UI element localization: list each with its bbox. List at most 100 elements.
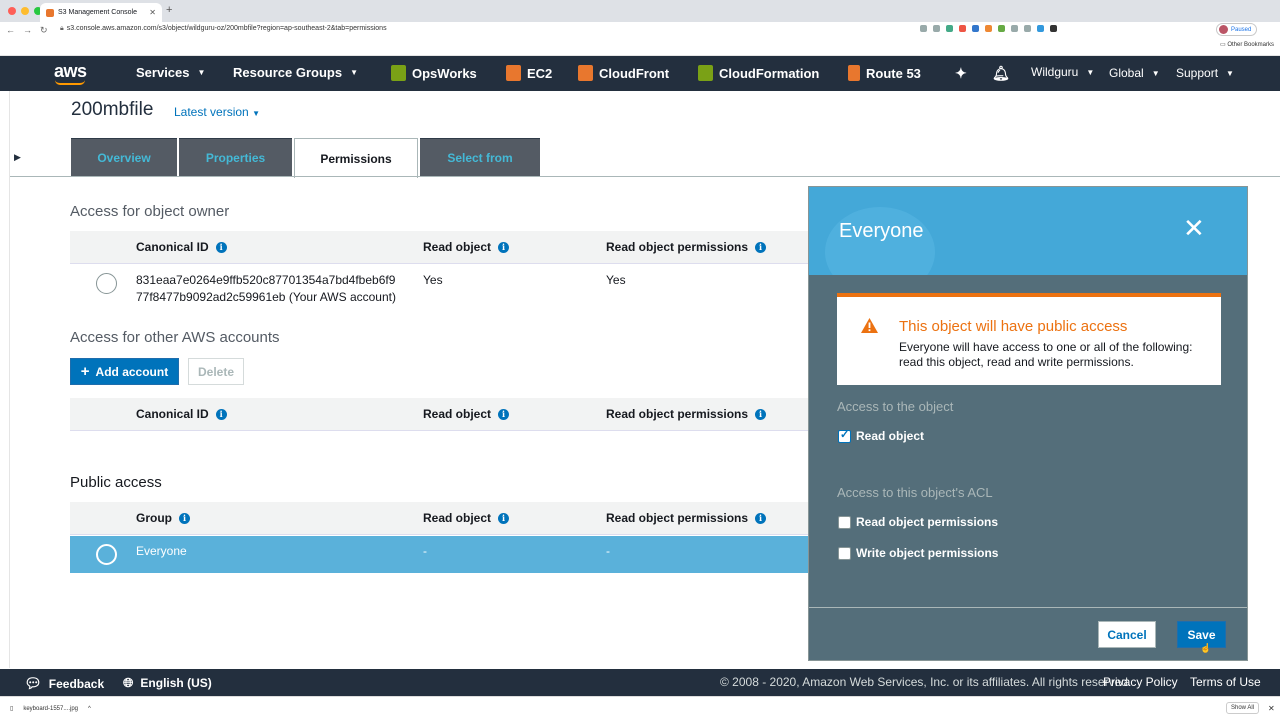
object-tabs: Overview Properties Permissions Select f… bbox=[71, 138, 540, 178]
resource-groups-menu[interactable]: Resource Groups ▼ bbox=[233, 65, 358, 80]
back-icon[interactable]: ← bbox=[6, 25, 15, 36]
col-label: Canonical ID bbox=[136, 240, 209, 254]
write-perms-checkbox[interactable] bbox=[838, 547, 851, 560]
info-icon[interactable]: i bbox=[215, 241, 227, 253]
col-label: Read object bbox=[423, 407, 492, 421]
url-text: s3.console.aws.amazon.com/s3/object/wild… bbox=[66, 25, 387, 32]
close-icon[interactable]: ✕ bbox=[1268, 704, 1275, 713]
download-filename: keyboard-1557....jpg bbox=[23, 705, 79, 712]
cancel-button[interactable]: Cancel bbox=[1098, 621, 1156, 648]
extension-icon[interactable] bbox=[959, 25, 966, 32]
tabs-divider bbox=[10, 176, 1280, 177]
shortcut-cloudformation[interactable]: CloudFormation bbox=[698, 65, 819, 81]
extension-icon[interactable] bbox=[985, 25, 992, 32]
everyone-row-radio[interactable] bbox=[96, 544, 117, 565]
public-access-title: Public access bbox=[70, 474, 162, 491]
download-item[interactable]: ▯ keyboard-1557....jpg ^ bbox=[10, 705, 91, 713]
tab-overview[interactable]: Overview bbox=[71, 138, 177, 176]
tab-select-from[interactable]: Select from bbox=[420, 138, 540, 176]
tab-properties[interactable]: Properties bbox=[179, 138, 292, 176]
reload-icon[interactable]: ↻ bbox=[40, 25, 48, 36]
col-group: Group i bbox=[136, 511, 190, 525]
pin-icon[interactable]: ✦ bbox=[955, 65, 967, 82]
privacy-policy-link[interactable]: Privacy Policy bbox=[1103, 675, 1178, 689]
extension-icon[interactable] bbox=[1037, 25, 1044, 32]
version-dropdown[interactable]: Latest version ▼ bbox=[174, 105, 260, 119]
owner-table-header: Canonical ID i Read object i Read object p… bbox=[70, 231, 810, 264]
owner-row-radio[interactable] bbox=[96, 273, 117, 294]
minimize-window-icon[interactable] bbox=[21, 7, 29, 15]
extension-icon[interactable] bbox=[946, 25, 953, 32]
other-accounts-title: Access for other AWS accounts bbox=[70, 329, 280, 346]
extension-icon[interactable] bbox=[972, 25, 979, 32]
show-all-button[interactable]: Show All bbox=[1226, 702, 1260, 714]
col-canonical-id: Canonical ID i bbox=[136, 407, 227, 421]
close-window-icon[interactable] bbox=[8, 7, 16, 15]
warning-icon bbox=[861, 318, 878, 333]
shortcut-opsworks[interactable]: OpsWorks bbox=[391, 65, 477, 81]
browser-tab-title: S3 Management Console bbox=[58, 9, 137, 16]
table-row-everyone[interactable]: Everyone - - bbox=[70, 536, 810, 573]
owner-read-object: Yes bbox=[423, 273, 443, 287]
info-icon[interactable]: i bbox=[755, 512, 767, 524]
info-icon[interactable]: i bbox=[755, 241, 767, 253]
other-bookmarks[interactable]: ▭ Other Bookmarks bbox=[1220, 41, 1274, 48]
object-access-label: Access to the object bbox=[837, 399, 954, 414]
info-icon[interactable]: i bbox=[179, 512, 190, 524]
check-icon: ✓ bbox=[840, 429, 850, 441]
profile-paused-button[interactable]: Paused bbox=[1216, 23, 1258, 36]
id-line: 77f8477b9092ad2c59961eb (Your AWS accoun… bbox=[136, 290, 396, 304]
info-icon[interactable]: i bbox=[498, 241, 510, 253]
info-icon[interactable]: i bbox=[215, 408, 227, 420]
read-object-checkbox[interactable]: ✓ bbox=[838, 429, 851, 443]
read-perms-checkbox[interactable] bbox=[838, 516, 851, 529]
aws-logo[interactable]: aws bbox=[54, 61, 87, 82]
feedback-link[interactable]: 💬︎ Feedback bbox=[24, 675, 104, 692]
shortcut-route53[interactable]: Route 53 bbox=[848, 65, 921, 81]
delete-button[interactable]: Delete bbox=[188, 358, 244, 385]
new-tab-icon[interactable]: + bbox=[166, 4, 172, 16]
language-selector[interactable]: 🌐︎ English (US) bbox=[123, 675, 212, 691]
language-label: English (US) bbox=[140, 676, 212, 690]
side-panel-toggle-bar[interactable] bbox=[0, 91, 10, 668]
globe-icon: 🌐︎ bbox=[123, 675, 134, 690]
bell-icon[interactable]: 🔔︎ bbox=[992, 65, 1010, 82]
extension-icon[interactable] bbox=[998, 25, 1005, 32]
terms-link[interactable]: Terms of Use bbox=[1190, 675, 1261, 689]
extension-icon[interactable] bbox=[1050, 25, 1057, 32]
zoom-icon[interactable] bbox=[920, 25, 927, 32]
chevron-up-icon[interactable]: ^ bbox=[88, 706, 91, 712]
col-read-perms: Read object permissions i bbox=[606, 511, 767, 525]
info-icon[interactable]: i bbox=[755, 408, 767, 420]
lock-icon: 🔒︎ bbox=[60, 25, 64, 32]
chevron-down-icon: ▼ bbox=[350, 68, 359, 77]
avatar bbox=[1219, 25, 1228, 34]
browser-tab[interactable]: S3 Management Console ✕ bbox=[40, 3, 162, 22]
expand-sidebar-icon[interactable]: ▶ bbox=[14, 152, 21, 163]
warning-body: Everyone will have access to one or all … bbox=[899, 340, 1193, 369]
opsworks-icon bbox=[391, 65, 406, 81]
everyone-read-object: - bbox=[423, 544, 427, 558]
info-icon[interactable]: i bbox=[498, 512, 510, 524]
tab-permissions[interactable]: Permissions bbox=[294, 138, 418, 178]
shortcut-cloudfront[interactable]: CloudFront bbox=[578, 65, 669, 81]
browser-tab-strip: S3 Management Console ✕ + bbox=[0, 0, 1280, 22]
shortcut-ec2[interactable]: EC2 bbox=[506, 65, 552, 81]
star-icon[interactable] bbox=[933, 25, 940, 32]
tab-close-icon[interactable]: ✕ bbox=[149, 8, 156, 17]
services-menu[interactable]: Services ▼ bbox=[136, 65, 205, 80]
close-icon[interactable]: ✕ bbox=[1183, 215, 1205, 241]
shortcut-label: EC2 bbox=[527, 65, 553, 81]
address-bar[interactable]: 🔒︎ s3.console.aws.amazon.com/s3/object/wi… bbox=[60, 25, 387, 33]
shortcut-label: Route 53 bbox=[866, 65, 921, 81]
add-account-button[interactable]: + Add account bbox=[70, 358, 179, 385]
shortcut-label: OpsWorks bbox=[412, 65, 477, 81]
extension-icon[interactable] bbox=[1024, 25, 1031, 32]
forward-icon[interactable]: → bbox=[23, 25, 32, 36]
account-menu[interactable]: Wildguru ▼ bbox=[1031, 65, 1094, 79]
extension-icon[interactable] bbox=[1011, 25, 1018, 32]
info-icon[interactable]: i bbox=[498, 408, 510, 420]
region-menu[interactable]: Global ▼ bbox=[1109, 66, 1160, 80]
support-menu[interactable]: Support ▼ bbox=[1176, 66, 1234, 80]
chevron-down-icon: ▼ bbox=[1226, 68, 1234, 78]
